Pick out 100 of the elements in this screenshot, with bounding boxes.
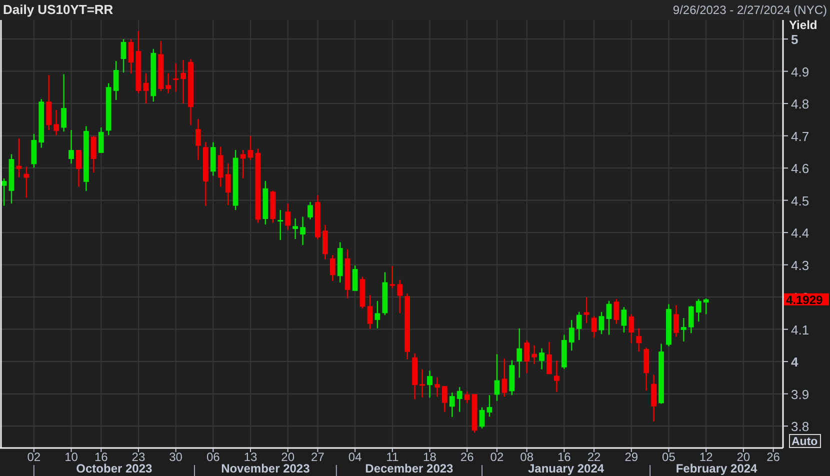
chart-title: Daily US10YT=RR	[3, 1, 114, 20]
candlestick	[374, 300, 380, 328]
candlestick	[628, 314, 634, 344]
candlestick	[225, 164, 231, 206]
candlestick	[621, 307, 627, 333]
candlestick	[232, 150, 238, 210]
candlestick	[479, 407, 485, 428]
candlestick	[367, 295, 373, 329]
candlestick	[262, 180, 268, 224]
candlestick	[524, 340, 530, 374]
axis-label: 4.8	[791, 96, 810, 112]
candlestick	[120, 39, 126, 73]
candlestick	[8, 154, 14, 204]
candlestick	[106, 83, 112, 136]
candlestick	[202, 142, 208, 206]
candlestick	[584, 297, 590, 324]
axis-label: 27	[311, 450, 324, 464]
axis-label: 11	[386, 450, 399, 464]
axis-label: 29	[624, 450, 638, 464]
axis-label: 26	[766, 450, 780, 464]
candlestick	[16, 138, 22, 178]
candlestick	[1, 178, 7, 206]
candlestick	[427, 370, 432, 398]
candlestick	[688, 306, 694, 334]
candlestick	[472, 394, 478, 433]
axis-label: 12	[699, 450, 713, 464]
auto-button[interactable]: Auto	[789, 434, 821, 448]
month-label: October 2023	[76, 462, 152, 476]
date-range: 9/26/2023 - 2/27/2024 (NYC)	[672, 2, 827, 19]
axis-label: 20	[736, 450, 750, 464]
candlestick	[90, 136, 96, 173]
candlestick	[442, 386, 448, 412]
candlestick	[315, 195, 320, 240]
candlestick	[696, 299, 702, 322]
candlestick	[703, 298, 709, 314]
month-label: November 2023	[221, 462, 310, 476]
candlestick	[188, 59, 194, 126]
axis-label: 4	[791, 354, 798, 370]
axis-label: 23	[132, 450, 146, 464]
axis-label: 10	[64, 450, 78, 464]
candlestick	[173, 63, 178, 92]
candlestick	[606, 300, 612, 335]
axis-label: 4.1	[791, 322, 810, 338]
candlestick	[83, 126, 89, 191]
candlestick	[344, 249, 350, 298]
axis-label: 16	[94, 450, 108, 464]
axis-label: 06	[206, 450, 220, 464]
candlestick	[322, 224, 328, 260]
candlestick	[404, 294, 410, 360]
candlestick	[674, 305, 679, 337]
candlestick	[38, 99, 44, 148]
candlestick	[61, 74, 66, 132]
candlestick	[360, 276, 366, 308]
candlestick	[390, 266, 396, 288]
candlestick	[196, 119, 201, 160]
candlestick	[98, 127, 104, 153]
candlestick	[494, 354, 500, 401]
candlestick	[464, 392, 470, 404]
axis-label: 4.5	[791, 193, 810, 208]
last-value-label: 4.1929	[784, 292, 829, 307]
candlestick	[598, 312, 604, 334]
axis-label: 22	[587, 450, 601, 464]
candlestick	[210, 142, 216, 176]
month-label: February 2024	[676, 462, 758, 476]
candlestick	[270, 190, 276, 223]
axis-label: 4.3	[791, 258, 810, 273]
candlestick	[31, 134, 37, 168]
candlestick	[337, 242, 343, 283]
candlestick	[591, 316, 597, 338]
candlestick	[308, 202, 313, 220]
axis-label: 08	[520, 450, 534, 464]
candlestick	[636, 328, 642, 352]
candlestick	[143, 73, 149, 104]
candlestick	[180, 60, 186, 104]
month-label: December 2023	[365, 462, 454, 476]
candlestick	[516, 328, 522, 378]
axis-label: 4.6	[791, 161, 810, 176]
candlestick	[420, 369, 425, 398]
candlestick	[150, 49, 156, 102]
candlestick	[218, 146, 224, 187]
candlestick	[449, 392, 455, 418]
axis-label: 3.9	[791, 386, 810, 402]
candlestick	[546, 342, 552, 374]
candlestick	[486, 395, 492, 417]
candlestick	[397, 280, 403, 314]
axis-title: Yield	[789, 18, 818, 32]
candlestick	[113, 60, 119, 100]
candlestick	[382, 272, 388, 316]
candlestick	[46, 75, 52, 130]
candlestick	[658, 344, 664, 404]
axis-label: 13	[244, 450, 258, 464]
candlestick	[240, 150, 246, 178]
axis-label: 05	[662, 450, 676, 464]
month-label: January 2024	[528, 462, 604, 476]
candlestick	[568, 320, 574, 351]
axis-label: 02	[27, 450, 41, 464]
axis-label: 4.7	[791, 128, 810, 144]
candlestick	[651, 374, 656, 422]
candlestick	[502, 358, 508, 397]
candlestick	[644, 348, 650, 391]
